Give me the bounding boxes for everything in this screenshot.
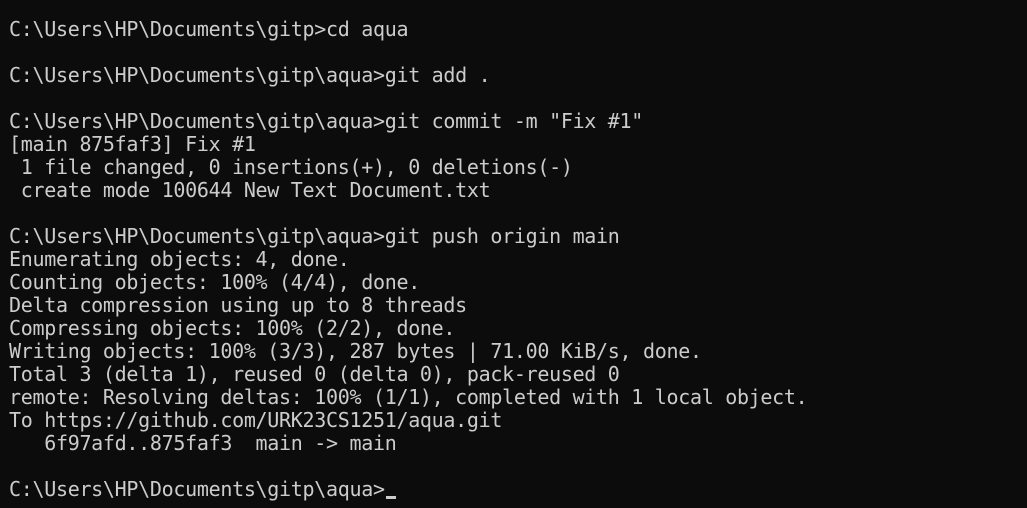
terminal-line-command: C:\Users\HP\Documents\gitp\aqua>git comm…: [9, 109, 644, 133]
terminal-prompt[interactable]: C:\Users\HP\Documents\gitp\aqua>: [9, 478, 1027, 501]
terminal-line-output: Total 3 (delta 1), reused 0 (delta 0), p…: [9, 362, 620, 386]
text-cursor: [385, 496, 396, 499]
terminal-line-output: Compressing objects: 100% (2/2), done.: [9, 316, 456, 340]
terminal-line-command: C:\Users\HP\Documents\gitp\aqua>git push…: [9, 224, 620, 248]
terminal-window[interactable]: C:\Users\HP\Documents\gitp>cd aqua C:\Us…: [0, 0, 1027, 508]
terminal-line-output: create mode 100644 New Text Document.txt: [9, 178, 491, 202]
terminal-line-output: remote: Resolving deltas: 100% (1/1), co…: [9, 385, 808, 409]
terminal-line-output: Counting objects: 100% (4/4), done.: [9, 270, 420, 294]
terminal-line-output: 1 file changed, 0 insertions(+), 0 delet…: [9, 155, 573, 179]
terminal-line-command: C:\Users\HP\Documents\gitp>cd aqua: [9, 17, 409, 41]
terminal-line-output: 6f97afd..875faf3 main -> main: [9, 431, 397, 455]
terminal-line-output: Enumerating objects: 4, done.: [9, 247, 350, 271]
prompt-text: C:\Users\HP\Documents\gitp\aqua>: [9, 477, 385, 501]
terminal-line-command: C:\Users\HP\Documents\gitp\aqua>git add …: [9, 63, 491, 87]
terminal-line-output: To https://github.com/URK23CS1251/aqua.g…: [9, 408, 503, 432]
terminal-line-output: [main 875faf3] Fix #1: [9, 132, 256, 156]
terminal-line-output: Delta compression using up to 8 threads: [9, 293, 467, 317]
terminal-line-output: Writing objects: 100% (3/3), 287 bytes |…: [9, 339, 702, 363]
